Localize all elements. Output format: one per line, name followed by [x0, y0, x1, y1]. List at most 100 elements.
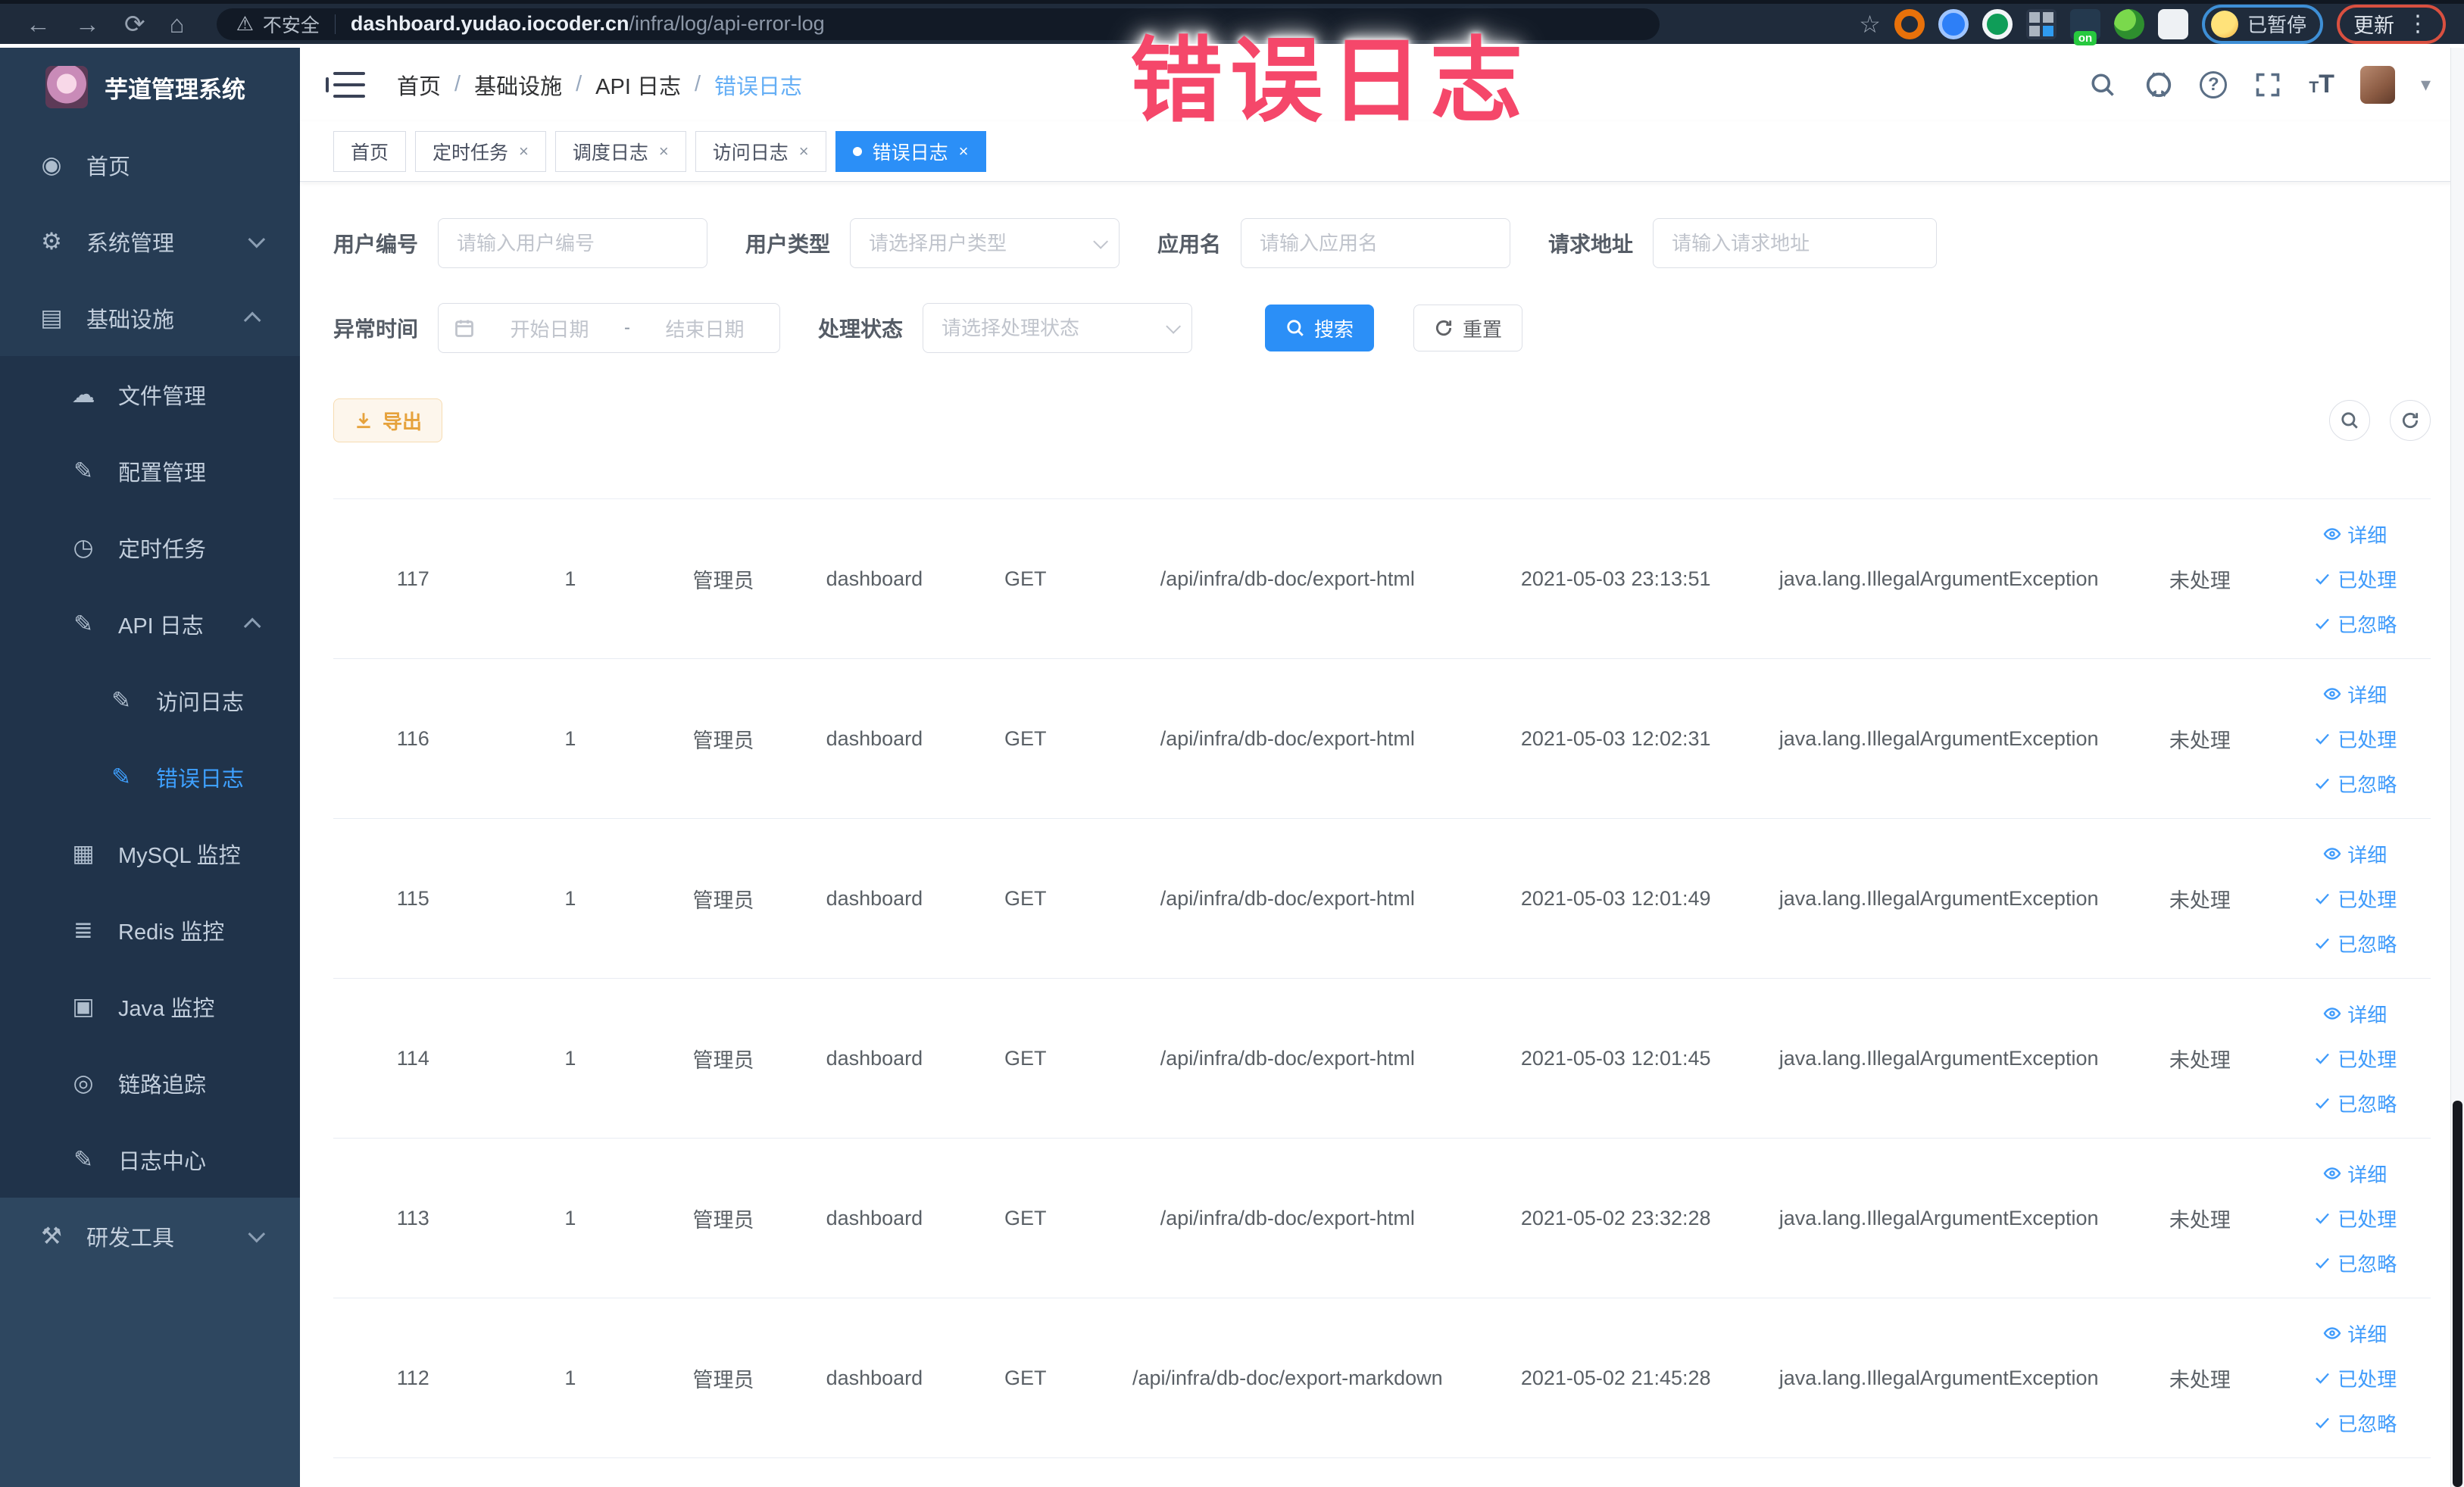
- detail-link[interactable]: 详细: [2323, 520, 2387, 548]
- sidebar-item[interactable]: ✎ 配置管理: [0, 433, 300, 509]
- column-header[interactable]: [2279, 462, 2431, 499]
- github-icon[interactable]: [2144, 70, 2174, 100]
- search-icon[interactable]: [2088, 70, 2118, 100]
- chrome-update-button[interactable]: 更新 ⋮: [2337, 4, 2446, 44]
- reset-button[interactable]: 重置: [1413, 305, 1523, 351]
- toggle-search-button[interactable]: [2329, 400, 2370, 441]
- home-icon[interactable]: ⌂: [170, 11, 185, 36]
- check-icon: [2316, 1373, 2330, 1384]
- export-button[interactable]: 导出: [333, 398, 443, 442]
- avatar-caret-icon[interactable]: ▾: [2421, 73, 2431, 96]
- column-header[interactable]: [333, 462, 493, 499]
- detail-link[interactable]: 详细: [2323, 840, 2387, 868]
- fullscreen-icon[interactable]: [2253, 70, 2283, 100]
- column-header[interactable]: [798, 462, 951, 499]
- page-scrollbar-track[interactable]: [2450, 48, 2464, 1487]
- column-header[interactable]: [1757, 462, 2121, 499]
- detail-link[interactable]: 详细: [2323, 1000, 2387, 1028]
- column-header[interactable]: [1101, 462, 1475, 499]
- security-warning-icon[interactable]: ⚠: [236, 12, 254, 36]
- sidebar-item[interactable]: ◎ 链路追踪: [0, 1045, 300, 1121]
- sidebar-item[interactable]: ⚙ 系统管理: [0, 203, 300, 280]
- font-size-icon[interactable]: TT: [2309, 70, 2334, 99]
- extension-icon-orange[interactable]: [1894, 8, 1925, 39]
- request-url-input[interactable]: [1653, 218, 1938, 268]
- browser-menu-icon[interactable]: ⋮: [2406, 11, 2429, 37]
- security-label[interactable]: 不安全: [263, 11, 320, 38]
- column-header[interactable]: [1474, 462, 1758, 499]
- mark-processed-link[interactable]: 已处理: [2313, 1045, 2397, 1073]
- help-icon[interactable]: ?: [2200, 70, 2228, 98]
- search-button[interactable]: 搜索: [1265, 305, 1375, 351]
- detail-link[interactable]: 详细: [2323, 1320, 2387, 1348]
- extensions-puzzle-icon[interactable]: [2157, 8, 2188, 39]
- sidebar-logo-row[interactable]: 芋道管理系统: [0, 48, 300, 127]
- sidebar-item[interactable]: ⚒ 研发工具: [0, 1198, 300, 1274]
- collapse-sidebar-icon[interactable]: [326, 71, 365, 98]
- reload-icon[interactable]: ⟳: [124, 11, 145, 36]
- extension-icon-switch[interactable]: on: [2069, 8, 2100, 45]
- app-name-input[interactable]: [1241, 218, 1511, 268]
- sidebar-item[interactable]: ▣ Java 监控: [0, 968, 300, 1045]
- tag-tab[interactable]: 定时任务 ×: [415, 130, 546, 172]
- user-type-select[interactable]: [850, 218, 1120, 268]
- breadcrumb-item[interactable]: 首页: [397, 69, 441, 101]
- sidebar-item[interactable]: ✎ API 日志: [0, 586, 300, 662]
- tag-tab[interactable]: 调度日志 ×: [554, 130, 686, 172]
- column-header[interactable]: [950, 462, 1101, 499]
- back-icon[interactable]: ←: [26, 11, 51, 36]
- tag-tab[interactable]: 访问日志 ×: [695, 130, 826, 172]
- sidebar-item[interactable]: ◷ 定时任务: [0, 509, 300, 586]
- sidebar-item[interactable]: ▤ 基础设施: [0, 280, 300, 356]
- mark-processed-link[interactable]: 已处理: [2313, 885, 2397, 913]
- mark-ignored-link[interactable]: 已忽略: [2313, 1409, 2397, 1437]
- check-icon: [2316, 1098, 2330, 1109]
- breadcrumb-item[interactable]: 基础设施: [474, 69, 562, 101]
- extension-icon-sprout[interactable]: [2113, 8, 2144, 39]
- sidebar-item[interactable]: ✎ 访问日志: [0, 662, 300, 739]
- extension-icon-green[interactable]: [1982, 8, 2013, 39]
- tab-close-icon[interactable]: ×: [799, 142, 809, 160]
- detail-link[interactable]: 详细: [2323, 680, 2387, 708]
- column-header[interactable]: [2120, 462, 2280, 499]
- mark-ignored-link[interactable]: 已忽略: [2313, 770, 2397, 798]
- start-date-placeholder[interactable]: 开始日期: [490, 314, 609, 342]
- date-range-picker[interactable]: 开始日期 - 结束日期: [438, 303, 781, 353]
- tag-tab[interactable]: 错误日志 ×: [835, 130, 986, 172]
- profile-paused-pill[interactable]: 已暂停: [2201, 4, 2323, 44]
- sidebar-item[interactable]: ☁ 文件管理: [0, 356, 300, 433]
- mark-processed-link[interactable]: 已处理: [2313, 1204, 2397, 1232]
- detail-link[interactable]: 详细: [2323, 1160, 2387, 1188]
- tab-close-icon[interactable]: ×: [959, 142, 969, 160]
- sidebar-item[interactable]: ▦ MySQL 监控: [0, 815, 300, 892]
- sidebar-item[interactable]: ≣ Redis 监控: [0, 892, 300, 968]
- bookmark-star-icon[interactable]: ☆: [1859, 10, 1881, 39]
- page-scrollbar-thumb[interactable]: [2453, 1101, 2462, 1487]
- column-header[interactable]: [648, 462, 799, 499]
- refresh-table-button[interactable]: [2390, 400, 2431, 441]
- mark-ignored-link[interactable]: 已忽略: [2313, 1089, 2397, 1117]
- address-bar[interactable]: ⚠ 不安全 dashboard.yudao.iocoder.cn /infra/…: [216, 8, 1660, 40]
- extension-icon-blue[interactable]: [1938, 8, 1969, 39]
- user-id-input[interactable]: [438, 218, 708, 268]
- mark-ignored-link[interactable]: 已忽略: [2313, 929, 2397, 957]
- sidebar-item[interactable]: ✎ 日志中心: [0, 1121, 300, 1198]
- process-status-select[interactable]: [923, 303, 1193, 353]
- mark-ignored-link[interactable]: 已忽略: [2313, 610, 2397, 638]
- column-header[interactable]: [492, 462, 648, 499]
- forward-icon[interactable]: →: [75, 11, 100, 36]
- sidebar-item[interactable]: ◉ 首页: [0, 127, 300, 203]
- tab-close-icon[interactable]: ×: [519, 142, 529, 160]
- mark-processed-link[interactable]: 已处理: [2313, 1364, 2397, 1392]
- breadcrumb-item[interactable]: API 日志: [595, 69, 681, 101]
- end-date-placeholder[interactable]: 结束日期: [645, 314, 764, 342]
- mark-processed-link[interactable]: 已处理: [2313, 565, 2397, 593]
- user-avatar[interactable]: [2359, 65, 2395, 104]
- extension-icon-grid[interactable]: [2025, 8, 2056, 39]
- eye-icon: [2323, 848, 2341, 860]
- mark-ignored-link[interactable]: 已忽略: [2313, 1249, 2397, 1277]
- tab-close-icon[interactable]: ×: [659, 142, 669, 160]
- mark-processed-link[interactable]: 已处理: [2313, 725, 2397, 753]
- sidebar-item[interactable]: ✎ 错误日志: [0, 739, 300, 815]
- tag-tab[interactable]: 首页 ×: [333, 130, 407, 172]
